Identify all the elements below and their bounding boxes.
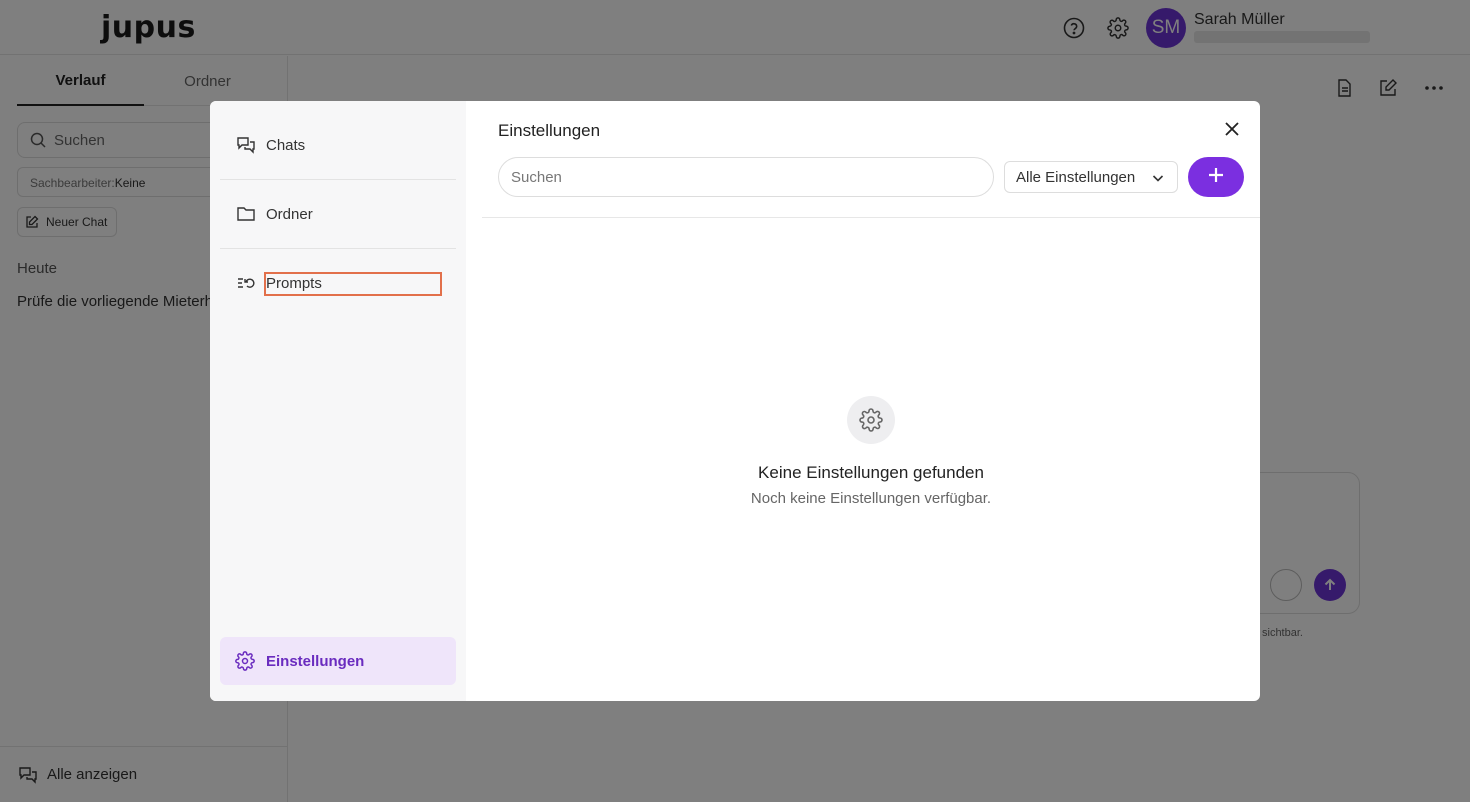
settings-gear-icon bbox=[235, 651, 255, 675]
plus-icon bbox=[1206, 165, 1226, 190]
modal-navigation: Chats Ordner Prompts Einstellungen bbox=[210, 101, 466, 701]
close-button[interactable] bbox=[1221, 118, 1243, 140]
divider bbox=[482, 217, 1260, 218]
panel-title: Einstellungen bbox=[498, 121, 601, 140]
nav-item-settings[interactable]: Einstellungen bbox=[220, 637, 456, 685]
folder-icon bbox=[236, 204, 256, 224]
settings-panel: Einstellungen Alle Einstellungen Keine E… bbox=[466, 101, 1260, 701]
chats-icon bbox=[236, 135, 256, 155]
nav-item-chats[interactable]: Chats bbox=[220, 111, 456, 180]
nav-item-chats-label: Chats bbox=[266, 136, 306, 154]
chevron-down-icon bbox=[1151, 171, 1165, 189]
nav-item-prompts[interactable]: Prompts bbox=[220, 249, 456, 318]
settings-search-input[interactable] bbox=[498, 157, 994, 197]
nav-item-prompts-label: Prompts bbox=[264, 271, 442, 296]
empty-state-subtitle: Noch keine Einstellungen verfügbar. bbox=[750, 490, 992, 507]
prompt-list-icon bbox=[236, 273, 256, 293]
nav-item-settings-label: Einstellungen bbox=[266, 652, 365, 670]
empty-state-gear-icon bbox=[847, 396, 895, 444]
add-setting-button[interactable] bbox=[1188, 157, 1244, 197]
settings-filter-value: Alle Einstellungen bbox=[1016, 168, 1136, 186]
settings-modal: Chats Ordner Prompts Einstellungen Einst… bbox=[210, 101, 1260, 701]
settings-filter-select[interactable]: Alle Einstellungen bbox=[1004, 161, 1178, 193]
nav-item-folders[interactable]: Ordner bbox=[220, 180, 456, 249]
empty-state-title: Keine Einstellungen gefunden bbox=[758, 463, 984, 482]
nav-item-folders-label: Ordner bbox=[266, 205, 313, 223]
